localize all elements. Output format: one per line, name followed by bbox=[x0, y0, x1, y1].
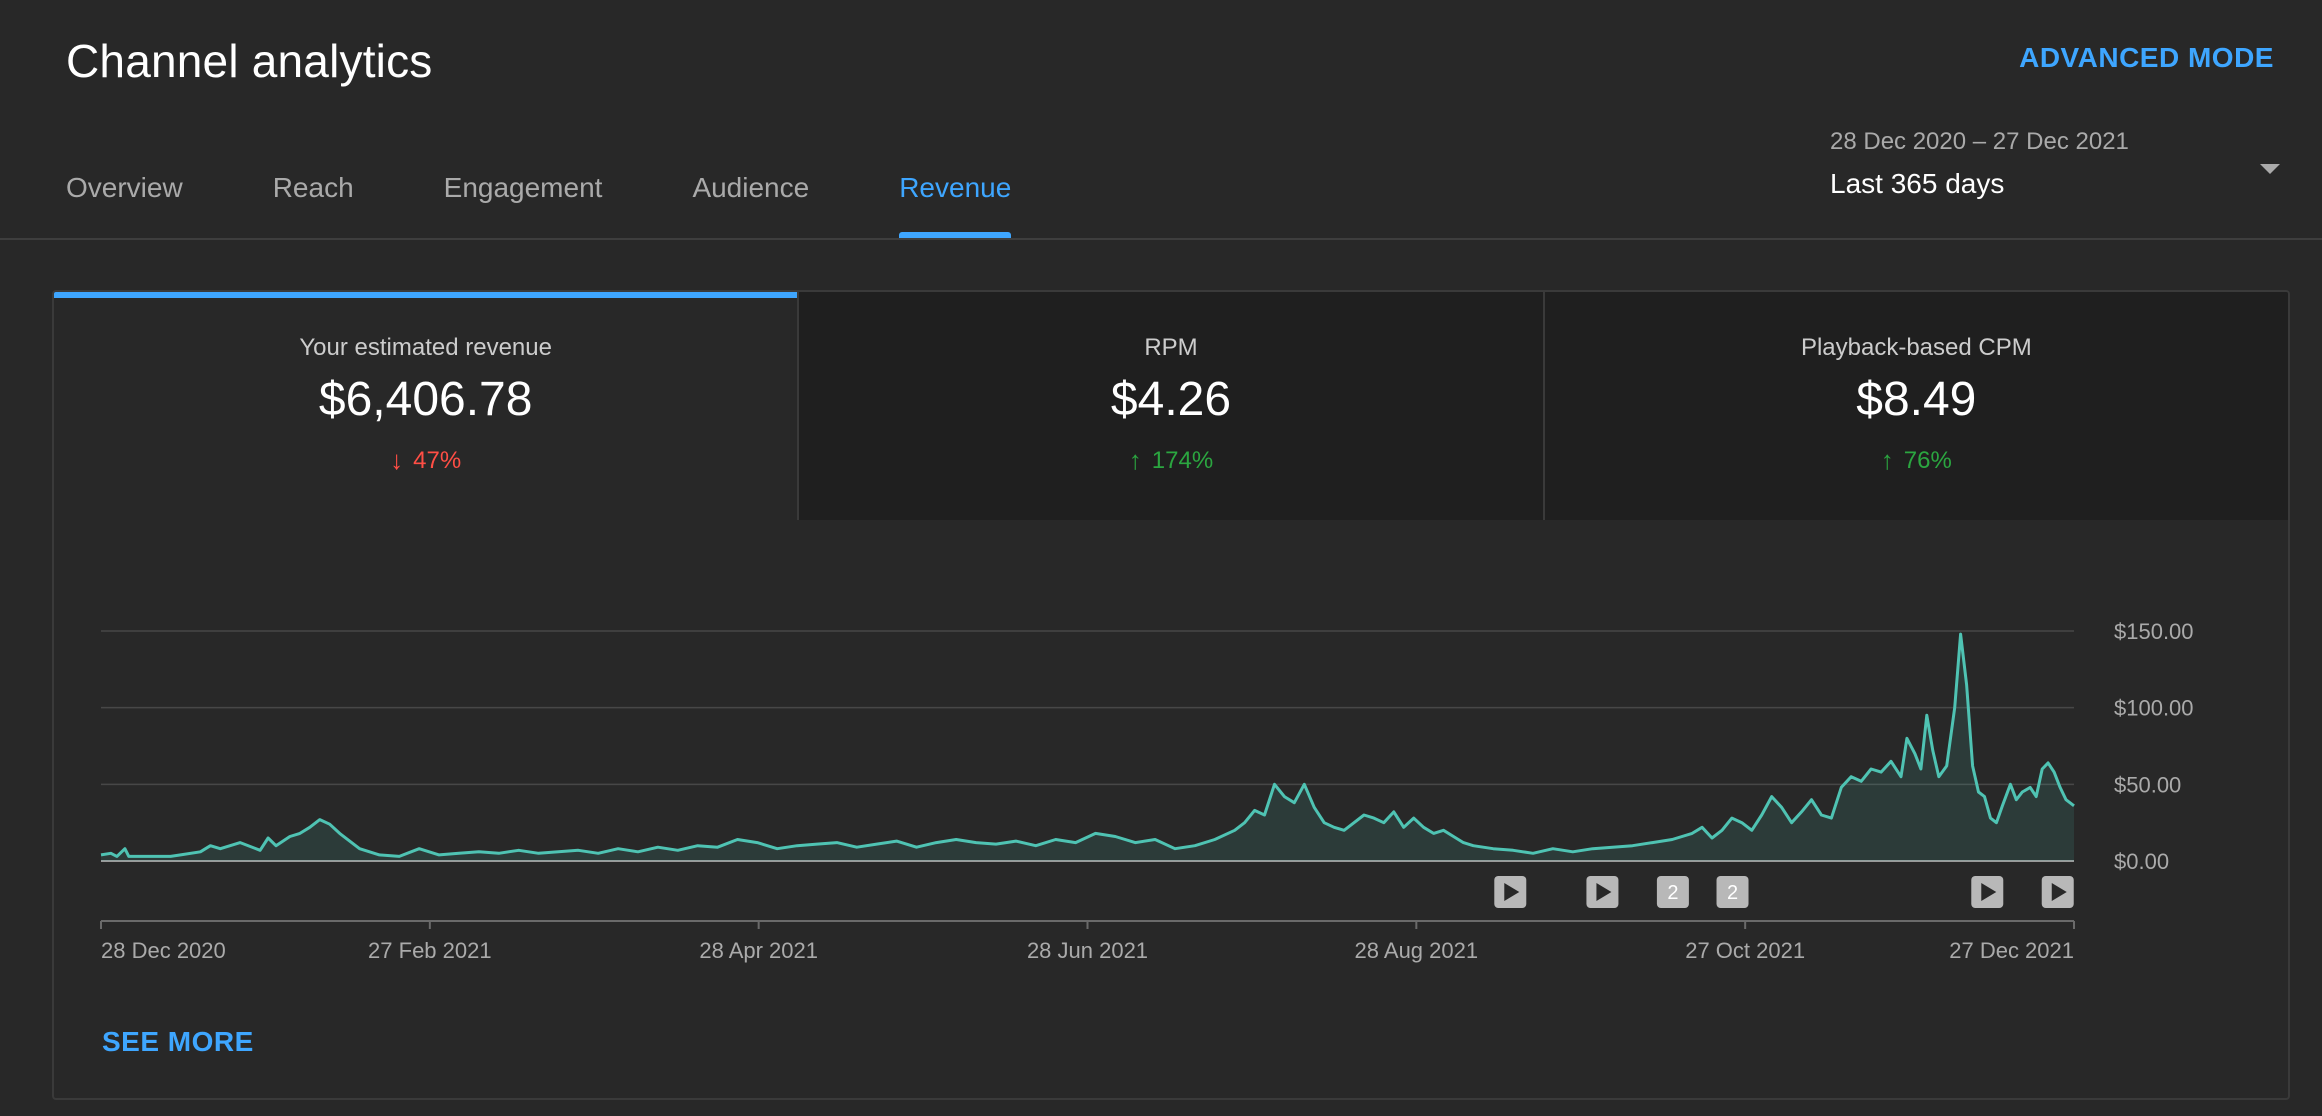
dropdown-caret-icon bbox=[2260, 164, 2280, 174]
advanced-mode-link[interactable]: ADVANCED MODE bbox=[2019, 42, 2274, 74]
see-more-link[interactable]: SEE MORE bbox=[102, 1026, 254, 1058]
date-range-preset: Last 365 days bbox=[1830, 168, 2005, 199]
metric-delta: ↑ 76% bbox=[1545, 445, 2288, 476]
arrow-down-icon: ↓ bbox=[390, 445, 404, 475]
x-tick-label: 28 Apr 2021 bbox=[699, 938, 818, 963]
y-tick-label: $50.00 bbox=[2114, 772, 2181, 797]
metric-delta-value: 47% bbox=[413, 446, 462, 474]
metric-rpm[interactable]: RPM $4.26 ↑ 174% bbox=[797, 292, 1543, 520]
metric-value: $4.26 bbox=[1110, 373, 1232, 426]
date-range-text: 28 Dec 2020 – 27 Dec 2021 bbox=[1830, 128, 2129, 155]
tab-overview[interactable]: Overview bbox=[66, 172, 183, 238]
metric-value: $6,406.78 bbox=[318, 373, 533, 426]
x-tick-label: 27 Oct 2021 bbox=[1685, 938, 1805, 963]
analytics-tabs: Overview Reach Engagement Audience Reven… bbox=[66, 172, 1101, 238]
metric-label: Your estimated revenue bbox=[299, 334, 552, 361]
metric-delta: ↓ 47% bbox=[54, 445, 797, 476]
revenue-card: Your estimated revenue $6,406.78 ↓ 47% R… bbox=[52, 290, 2290, 1100]
y-tick-label: $150.00 bbox=[2114, 619, 2194, 644]
x-tick-label: 27 Dec 2021 bbox=[1949, 938, 2074, 963]
tab-reach[interactable]: Reach bbox=[273, 172, 354, 238]
metric-delta-value: 174% bbox=[1151, 446, 1214, 474]
tab-revenue[interactable]: Revenue bbox=[899, 172, 1012, 238]
x-tick-label: 27 Feb 2021 bbox=[368, 938, 492, 963]
page-header: Channel analytics ADVANCED MODE Overview… bbox=[0, 0, 2322, 240]
metric-estimated-revenue[interactable]: Your estimated revenue $6,406.78 ↓ 47% bbox=[54, 292, 798, 520]
metric-value: $8.49 bbox=[1856, 373, 1977, 426]
tab-audience[interactable]: Audience bbox=[692, 172, 809, 238]
x-tick-label: 28 Dec 2020 bbox=[101, 938, 226, 963]
marker-count-label: 2 bbox=[1667, 882, 1678, 904]
page-title: Channel analytics bbox=[66, 35, 433, 87]
y-tick-label: $0.00 bbox=[2114, 849, 2169, 874]
tab-engagement[interactable]: Engagement bbox=[444, 172, 603, 238]
metric-delta: ↑ 174% bbox=[799, 445, 1542, 476]
arrow-up-icon: ↑ bbox=[1880, 445, 1894, 475]
marker-count-label: 2 bbox=[1727, 882, 1738, 904]
arrow-up-icon: ↑ bbox=[1128, 445, 1142, 475]
revenue-area bbox=[101, 634, 2074, 861]
metric-label: RPM bbox=[1144, 334, 1198, 361]
x-tick-label: 28 Aug 2021 bbox=[1355, 938, 1479, 963]
metric-label: Playback-based CPM bbox=[1800, 334, 2032, 361]
metric-playback-cpm[interactable]: Playback-based CPM $8.49 ↑ 76% bbox=[1542, 292, 2288, 520]
date-range-selector[interactable]: 28 Dec 2020 – 27 Dec 2021 Last 365 days bbox=[1830, 128, 2280, 200]
metric-delta-value: 76% bbox=[1903, 446, 1952, 474]
revenue-chart: $0.00 $50.00 $100.00 $150.00 28 Dec 2020 27 F… bbox=[100, 619, 2194, 963]
y-tick-label: $100.00 bbox=[2114, 696, 2194, 721]
metric-tabs: Your estimated revenue $6,406.78 ↓ 47% R… bbox=[54, 292, 2288, 520]
x-tick-label: 28 Jun 2021 bbox=[1027, 938, 1148, 963]
